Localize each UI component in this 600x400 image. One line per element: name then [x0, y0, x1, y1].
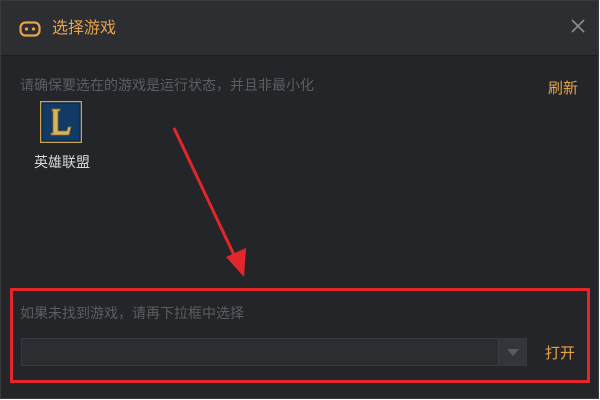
game-name: 英雄联盟: [34, 155, 90, 171]
instruction-text: 请确保要选在的游戏是运行状态，并且非最小化: [20, 78, 314, 94]
title-bar: 选择游戏: [1, 1, 598, 56]
refresh-button[interactable]: 刷新: [548, 78, 578, 98]
game-dropdown[interactable]: [21, 338, 527, 366]
game-item-league-of-legends[interactable]: 英雄联盟: [27, 101, 97, 177]
dropdown-toggle[interactable]: [498, 339, 526, 365]
fallback-instruction-text: 如果未找到游戏，请再下拉框中选择: [20, 306, 244, 322]
close-icon[interactable]: [566, 14, 590, 38]
annotation-highlight-box: [10, 288, 590, 383]
select-game-dialog: 选择游戏 请确保要选在的游戏是运行状态，并且非最小化 刷新 英雄联盟 如果未找到…: [0, 0, 599, 399]
league-of-legends-logo-icon: [40, 101, 82, 143]
chevron-down-icon: [507, 349, 519, 356]
window-title: 选择游戏: [52, 18, 117, 37]
gamepad-icon: [19, 21, 41, 37]
open-button[interactable]: 打开: [545, 343, 575, 363]
